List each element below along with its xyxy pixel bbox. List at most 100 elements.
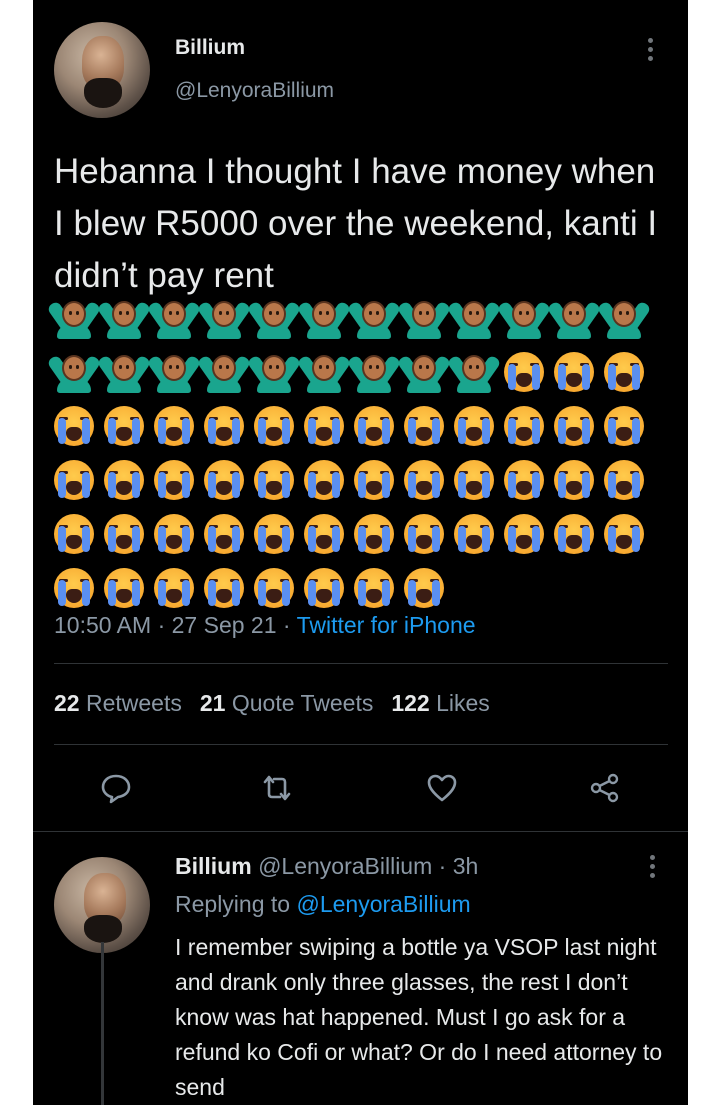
like-icon[interactable] [426, 772, 458, 804]
person-gesturing-no-icon [96, 351, 152, 393]
loudly-crying-face-icon [553, 459, 595, 501]
loudly-crying-face-icon [203, 405, 245, 447]
loudly-crying-face-icon [203, 567, 245, 609]
person-gesturing-no-icon [146, 297, 202, 339]
loudly-crying-face-icon [303, 513, 345, 555]
person-gesturing-no-icon [396, 297, 452, 339]
replying-to: Replying to @LenyoraBillium [175, 891, 471, 918]
person-gesturing-no-icon [46, 351, 102, 393]
loudly-crying-face-icon [403, 567, 445, 609]
replying-prefix: Replying to [175, 891, 291, 917]
loudly-crying-face-icon [253, 459, 295, 501]
loudly-crying-face-icon [603, 405, 645, 447]
meta-separator: · [438, 853, 447, 879]
emoji-row [53, 405, 673, 459]
loudly-crying-face-icon [253, 567, 295, 609]
reply-text: I remember swiping a bottle ya VSOP last… [175, 934, 663, 1100]
author-name[interactable]: Billium [175, 36, 245, 60]
person-gesturing-no-icon [296, 297, 352, 339]
person-gesturing-no-icon [346, 297, 402, 339]
loudly-crying-face-icon [403, 405, 445, 447]
tweet-source-link[interactable]: Twitter for iPhone [297, 612, 476, 638]
loudly-crying-face-icon [353, 513, 395, 555]
divider [33, 831, 688, 832]
retweets-stat[interactable]: 22 Retweets [54, 690, 182, 716]
emoji-row [53, 459, 673, 513]
reply-more-options-icon[interactable] [650, 855, 656, 882]
engagement-stats: 22 Retweets 21 Quote Tweets 122 Likes [54, 690, 490, 717]
loudly-crying-face-icon [453, 405, 495, 447]
loudly-crying-face-icon [53, 459, 95, 501]
likes-label: Likes [436, 690, 490, 716]
loudly-crying-face-icon [503, 513, 545, 555]
retweets-label: Retweets [85, 690, 182, 716]
loudly-crying-face-icon [253, 513, 295, 555]
tweet-time: 10:50 AM [54, 612, 152, 638]
reply-header: Billium @LenyoraBillium · 3h [175, 853, 478, 880]
loudly-crying-face-icon [253, 405, 295, 447]
divider [54, 663, 668, 664]
loudly-crying-face-icon [503, 405, 545, 447]
retweets-count: 22 [54, 690, 80, 716]
person-gesturing-no-icon [196, 297, 252, 339]
loudly-crying-face-icon [553, 351, 595, 393]
reply-author-name[interactable]: Billium [175, 853, 252, 879]
loudly-crying-face-icon [603, 459, 645, 501]
person-gesturing-no-icon [146, 351, 202, 393]
tweet-detail-screen: Billium @LenyoraBillium Hebanna I though… [33, 0, 688, 1105]
loudly-crying-face-icon [103, 567, 145, 609]
emoji-row [46, 351, 673, 405]
thread-line [101, 942, 104, 1105]
loudly-crying-face-icon [203, 513, 245, 555]
person-gesturing-no-icon [296, 351, 352, 393]
replying-to-handle-link[interactable]: @LenyoraBillium [296, 891, 470, 917]
loudly-crying-face-icon [203, 459, 245, 501]
loudly-crying-face-icon [503, 351, 545, 393]
loudly-crying-face-icon [303, 405, 345, 447]
person-gesturing-no-icon [396, 351, 452, 393]
quote-tweets-stat[interactable]: 21 Quote Tweets [200, 690, 373, 716]
loudly-crying-face-icon [303, 567, 345, 609]
loudly-crying-face-icon [103, 513, 145, 555]
more-options-icon[interactable] [648, 38, 654, 65]
person-gesturing-no-icon [546, 297, 602, 339]
loudly-crying-face-icon [53, 513, 95, 555]
loudly-crying-face-icon [153, 513, 195, 555]
emoji-row [53, 513, 673, 567]
loudly-crying-face-icon [603, 351, 645, 393]
person-gesturing-no-icon [196, 351, 252, 393]
share-icon[interactable] [589, 772, 621, 804]
loudly-crying-face-icon [103, 405, 145, 447]
loudly-crying-face-icon [553, 405, 595, 447]
loudly-crying-face-icon [353, 459, 395, 501]
reply-icon[interactable] [100, 772, 132, 804]
quotes-label: Quote Tweets [231, 690, 374, 716]
reply-author-avatar[interactable] [54, 857, 150, 953]
loudly-crying-face-icon [53, 567, 95, 609]
person-gesturing-no-icon [246, 351, 302, 393]
loudly-crying-face-icon [453, 513, 495, 555]
person-gesturing-no-icon [96, 297, 152, 339]
tweet-timestamp: 10:50 AM · 27 Sep 21 · Twitter for iPhon… [54, 612, 476, 639]
loudly-crying-face-icon [403, 513, 445, 555]
loudly-crying-face-icon [353, 405, 395, 447]
loudly-crying-face-icon [403, 459, 445, 501]
reply-age[interactable]: 3h [453, 853, 479, 879]
reply-author-handle[interactable]: @LenyoraBillium [258, 853, 432, 879]
retweet-icon[interactable] [261, 772, 293, 804]
author-handle[interactable]: @LenyoraBillium [175, 79, 334, 103]
loudly-crying-face-icon [503, 459, 545, 501]
person-gesturing-no-icon [46, 297, 102, 339]
quotes-count: 21 [199, 690, 226, 716]
tweet-text: Hebanna I thought I have money when I bl… [54, 152, 658, 295]
person-gesturing-no-icon [346, 351, 402, 393]
person-gesturing-no-icon [596, 297, 652, 339]
likes-stat[interactable]: 122 Likes [391, 690, 489, 716]
person-gesturing-no-icon [246, 297, 302, 339]
tweet-date: 27 Sep 21 [171, 612, 277, 638]
person-gesturing-no-icon [446, 351, 502, 393]
loudly-crying-face-icon [303, 459, 345, 501]
loudly-crying-face-icon [103, 459, 145, 501]
loudly-crying-face-icon [453, 459, 495, 501]
author-avatar[interactable] [54, 22, 150, 118]
